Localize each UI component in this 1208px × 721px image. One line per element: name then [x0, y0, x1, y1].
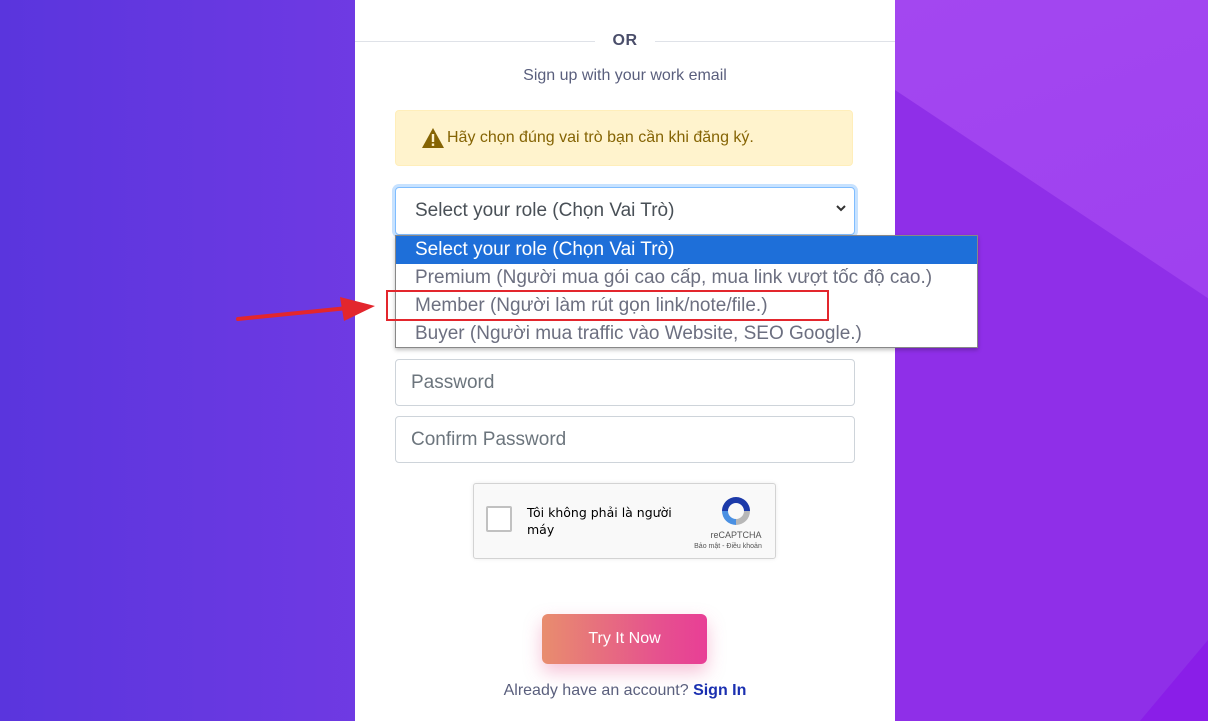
role-select-value: Select your role (Chọn Vai Trò) [415, 200, 675, 221]
signin-prompt: Already have an account? Sign In [355, 682, 895, 700]
recaptcha-brand: reCAPTCHA [710, 530, 762, 540]
signup-card: OR Sign up with your work email Hãy chọn… [355, 0, 895, 721]
recaptcha-links[interactable]: Bảo mật - Điều khoản [680, 543, 776, 550]
alert-text: Hãy chọn đúng vai trò bạn cần khi đăng k… [447, 129, 754, 146]
or-divider: OR [355, 28, 895, 54]
role-option-default[interactable]: Select your role (Chọn Vai Trò) [396, 236, 977, 264]
try-it-now-label: Try It Now [588, 630, 661, 647]
recaptcha-logo-icon [722, 497, 750, 525]
role-select[interactable]: Select your role (Chọn Vai Trò) [395, 187, 855, 235]
recaptcha-checkbox[interactable] [486, 506, 512, 532]
signin-prompt-text: Already have an account? [503, 682, 689, 699]
confirm-password-field[interactable]: Confirm Password [395, 416, 855, 463]
chevron-down-icon [836, 205, 846, 212]
red-arrow-icon [236, 297, 375, 321]
signin-link[interactable]: Sign In [693, 682, 746, 699]
warning-icon [422, 128, 444, 148]
role-warning-alert: Hãy chọn đúng vai trò bạn cần khi đăng k… [395, 110, 853, 166]
password-field[interactable]: Password [395, 359, 855, 406]
password-placeholder: Password [411, 371, 495, 393]
signup-subtitle: Sign up with your work email [523, 67, 727, 84]
divider-line [655, 41, 895, 42]
try-it-now-button[interactable]: Try It Now [542, 614, 707, 664]
member-highlight-box [386, 290, 829, 321]
confirm-password-placeholder: Confirm Password [411, 428, 567, 450]
role-option-buyer[interactable]: Buyer (Người mua traffic vào Website, SE… [396, 320, 977, 348]
recaptcha-widget: Tôi không phải là người máy reCAPTCHA Bả… [473, 483, 776, 559]
recaptcha-label: Tôi không phải là người máy [527, 505, 672, 537]
role-option-premium[interactable]: Premium (Người mua gói cao cấp, mua link… [396, 264, 977, 292]
